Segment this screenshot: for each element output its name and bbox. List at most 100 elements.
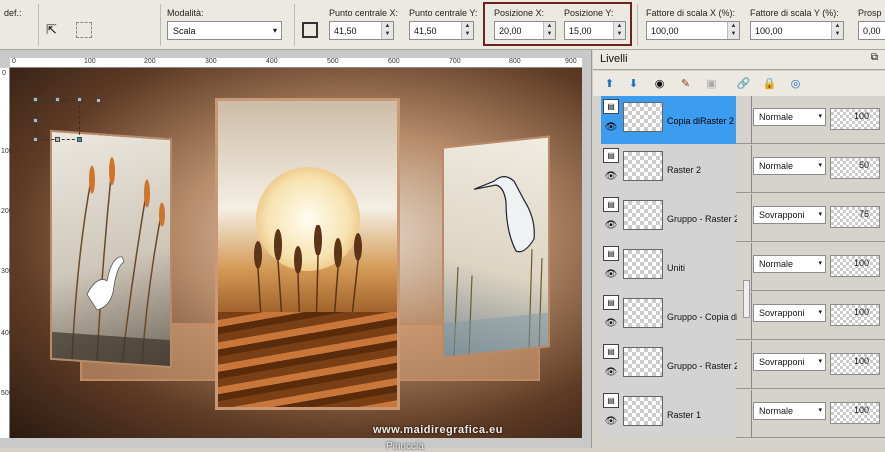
opacity-slider[interactable]: 100 [830,304,880,326]
layer-name: Gruppo - Copia diRa [667,312,737,322]
opacity-slider[interactable]: 50 [830,157,880,179]
layer-name: Raster 2 [667,165,702,175]
layer-name: Raster 1 [667,410,702,420]
blend-mode-select[interactable]: Sovrapponi ▾ [753,206,826,224]
eye-icon[interactable]: 👁 [603,169,619,183]
blend-mode-select[interactable]: Normale ▾ [753,255,826,273]
move-up-icon[interactable]: ⬆ [601,75,618,92]
scale-y-label: Fattore di scala Y (%): [750,8,839,18]
dunes-graphic [218,312,397,407]
opacity-value: 75 [858,209,869,219]
blend-mode-select[interactable]: Sovrapponi ▾ [753,304,826,322]
layers-title: Livelli ⧉ [593,50,885,70]
center-x-input[interactable]: 41,50 ▲ ▼ [329,21,394,40]
blend-mode-select[interactable]: Normale ▾ [753,157,826,175]
layer-row[interactable]: ▤ 👁 Gruppo - Raster 2 Sovrapponi ▾ 75 [601,194,885,242]
layer-item[interactable]: ▤ 👁 Raster 1 [601,390,736,438]
layer-item[interactable]: ▤ 👁 Raster 2 [601,145,736,193]
center-y-input[interactable]: 41,50 ▲ ▼ [409,21,474,40]
layer-row[interactable]: ▤ 👁 Copia diRaster 2 Normale ▾ 100 [601,96,885,144]
opacity-value: 100 [853,258,869,268]
ruler-tick: 0 [12,58,16,65]
layer-item[interactable]: ▤ 👁 Gruppo - Raster 2 [601,341,737,389]
selection-marquee[interactable] [36,100,80,140]
blend-mode-value: Sovrapponi [759,210,805,220]
perspective-label: Prosp [858,8,882,18]
move-down-icon[interactable]: ⬇ [625,75,642,92]
layer-type-icon: ▤ [603,393,619,408]
spinner-icon[interactable]: ▲ ▼ [461,22,473,39]
reset-icon[interactable]: ⇱ [46,22,62,38]
layer-row[interactable]: ▤ 👁 Raster 2 Normale ▾ 50 [601,145,885,193]
resize-handle[interactable] [77,137,82,142]
spinner-icon[interactable]: ▲ ▼ [727,22,739,39]
heron-panel-right [442,135,550,359]
layer-name: Gruppo - Raster 2 [667,361,737,371]
opacity-slider[interactable]: 100 [830,353,880,375]
reeds-illustration [52,157,170,367]
spinner-icon[interactable]: ▲ ▼ [613,22,625,39]
eye-icon[interactable]: 👁 [603,120,619,134]
eye-icon[interactable]: 👁 [603,365,619,379]
layer-item[interactable]: ▤ 👁 Uniti [601,243,736,291]
layer-item[interactable]: ▤ 👁 Gruppo - Copia diRa [601,292,737,340]
egret-panel-left [50,129,172,369]
resize-handle[interactable] [55,97,60,102]
scale-y-input[interactable]: 100,00 ▲ ▼ [750,21,844,40]
pos-y-input[interactable]: 15,00 ▲ ▼ [564,21,626,40]
pos-x-input[interactable]: 20,00 ▲ ▼ [494,21,556,40]
eye-icon[interactable]: 👁 [603,267,619,281]
perspective-input[interactable]: 0,00 [858,21,885,40]
artwork-image[interactable] [10,68,582,438]
panel-splitter[interactable] [743,280,750,318]
layer-thumbnail [623,200,663,230]
chevron-down-icon: ▾ [818,211,822,218]
opacity-slider[interactable]: 75 [830,206,880,228]
scale-x-input[interactable]: 100,00 ▲ ▼ [646,21,740,40]
chevron-down-icon: ▾ [818,260,822,267]
blend-mode-select[interactable]: Sovrapponi ▾ [753,353,826,371]
blend-mode-select[interactable]: Normale ▾ [753,108,826,126]
resize-handle[interactable] [33,97,38,102]
eye-icon[interactable]: 👁 [603,218,619,232]
merge-icon[interactable]: ◎ [787,75,804,92]
layer-type-icon: ▤ [603,344,619,359]
pin-icon[interactable]: ⧉ [871,52,878,63]
resize-handle[interactable] [33,137,38,142]
resize-handle[interactable] [33,118,38,123]
layer-item[interactable]: ▤ 👁 Gruppo - Raster 2 [601,194,737,242]
eye-icon[interactable]: 👁 [603,414,619,428]
opacity-slider[interactable]: 100 [830,108,880,130]
edit-icon[interactable]: ✎ [677,75,694,92]
ruler-tick: 300 [205,58,217,65]
spinner-icon[interactable]: ▲ ▼ [381,22,393,39]
lock-icon[interactable]: 🔒 [761,75,778,92]
ruler-tick: 500 [327,58,339,65]
center-y-label: Punto centrale Y: [409,8,478,18]
ruler-tick: 800 [509,58,521,65]
layer-row[interactable]: ▤ 👁 Raster 1 Normale ▾ 100 [601,390,885,438]
layer-item[interactable]: ▤ 👁 Copia diRaster 2 [601,96,736,144]
spinner-icon[interactable]: ▲ ▼ [831,22,843,39]
resize-handle[interactable] [77,97,82,102]
opacity-slider[interactable]: 100 [830,402,880,424]
spinner-icon[interactable]: ▲ ▼ [543,22,555,39]
resize-handle[interactable] [55,137,60,142]
opacity-slider[interactable]: 100 [830,255,880,277]
rotate-handle[interactable] [96,98,101,103]
toolbar-separator [294,4,295,46]
layers-title-text: Livelli [600,53,628,65]
eye-icon[interactable]: 👁 [603,316,619,330]
link-icon[interactable]: 🔗 [735,75,752,92]
layer-thumbnail [623,249,663,279]
transform-icon[interactable] [302,22,318,38]
opacity-value: 50 [858,160,869,170]
canvas-area[interactable]: 0 100 200 300 400 500 600 700 800 900 0 … [0,50,592,452]
grid-icon[interactable] [76,22,92,38]
pos-x-value: 20,00 [499,25,522,36]
mode-select[interactable]: Scala ▾ [167,21,282,40]
mask-icon[interactable]: ▣ [703,75,720,92]
layer-row[interactable]: ▤ 👁 Gruppo - Raster 2 Sovrapponi ▾ 100 [601,341,885,389]
blend-mode-select[interactable]: Normale ▾ [753,402,826,420]
visibility-icon[interactable]: ◉ [651,75,668,92]
